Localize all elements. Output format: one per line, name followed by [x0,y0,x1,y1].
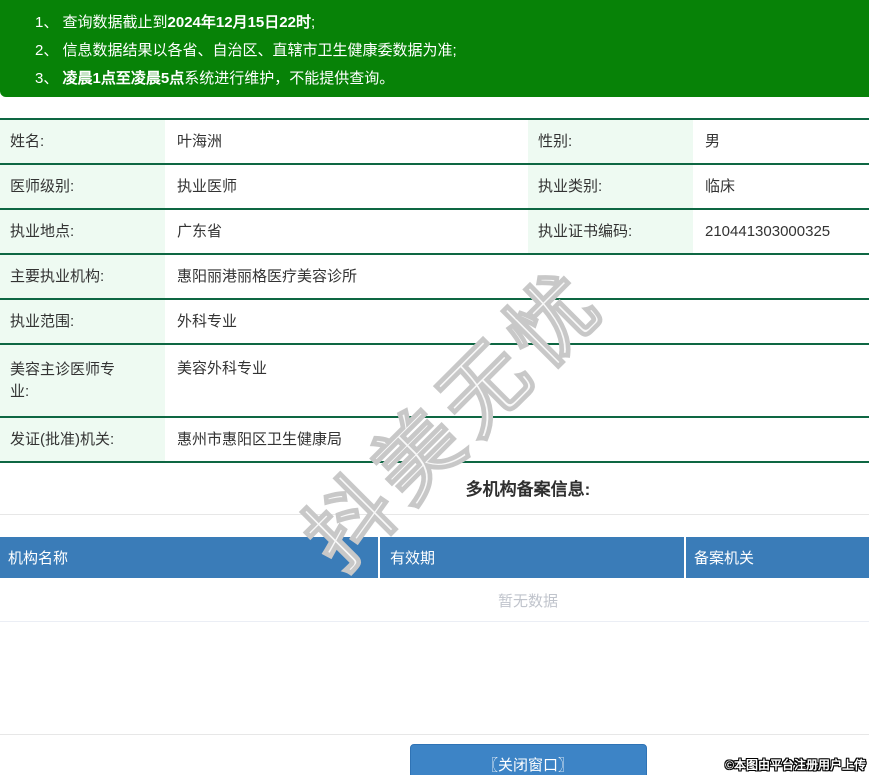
doctor-level-value: 执业医师 [177,177,238,195]
practice-category-label: 执业类别: [528,165,693,208]
notice-line-3: 3、 凌晨1点至凌晨5点系统进行维护，不能提供查询。 [35,65,869,93]
records-section-title: 多机构备案信息: [465,480,591,499]
doctor-level-label: 医师级别: [0,165,165,208]
practice-location-label: 执业地点: [0,210,165,253]
column-header-org-name: 机构名称 [8,550,69,567]
table-row-cosmetic-specialty: 美容主诊医师专业: 美容外科专业 [0,345,869,418]
main-org-label: 主要执业机构: [0,255,165,298]
certificate-number-label: 执业证书编码: [528,210,693,253]
column-header-validity: 有效期 [378,537,684,578]
practitioner-query-page: 1、 查询数据截止到2024年12月15日22时; 2、 信息数据结果以各省、自… [0,0,869,775]
gender-label: 性别: [528,120,693,163]
close-window-button[interactable]: 〖关闭窗口〗 [409,744,647,775]
notice-line-1-bold: 2024年12月15日22时 [167,14,311,31]
practice-scope-label: 执业范围: [0,300,165,343]
notice-line-1-text: 1、 查询数据截止到 [35,14,168,31]
practice-location-value: 广东省 [177,222,223,240]
table-row-name-gender: 姓名: 叶海洲 性别: 男 [0,120,869,165]
practitioner-info-table: 姓名: 叶海洲 性别: 男 医师级别: 执业医师 执业类别: 临床 执业地点: … [0,118,869,463]
issuing-authority-label: 发证(批准)机关: [0,418,165,461]
table-row-scope: 执业范围: 外科专业 [0,300,869,345]
table-row-issuer: 发证(批准)机关: 惠州市惠阳区卫生健康局 [0,418,869,463]
certificate-number-value: 210441303000325 [705,222,831,240]
records-table-header: 机构名称 有效期 备案机关 [0,537,869,578]
notice-line-2-text: 2、 信息数据结果以各省、自治区、直辖市卫生健康委数据为准; [35,42,457,59]
divider [0,514,869,515]
practice-scope-value: 外科专业 [177,312,238,330]
empty-data-text: 暂无数据 [0,578,869,622]
column-header-record-authority: 备案机关 [684,537,869,578]
cosmetic-specialty-value: 美容外科专业 [177,360,268,377]
copyright-overlay: ©本图由平台注册用户上传 [725,758,866,772]
table-row-main-org: 主要执业机构: 惠阳丽港丽格医疗美容诊所 [0,255,869,300]
notice-line-3-suffix: 系统进行维护，不能提供查询。 [184,70,395,87]
notice-line-1: 1、 查询数据截止到2024年12月15日22时; [35,9,869,37]
name-value: 叶海洲 [177,132,223,150]
practice-category-value: 临床 [705,177,736,195]
notice-banner: 1、 查询数据截止到2024年12月15日22时; 2、 信息数据结果以各省、自… [0,0,869,97]
name-label: 姓名: [0,120,165,163]
notice-line-3-bold: 凌晨1点至凌晨5点 [62,70,185,87]
notice-line-2: 2、 信息数据结果以各省、自治区、直辖市卫生健康委数据为准; [35,37,869,65]
issuing-authority-value: 惠州市惠阳区卫生健康局 [177,430,343,448]
table-row-level-category: 医师级别: 执业医师 执业类别: 临床 [0,165,869,210]
notice-line-1-suffix: ; [310,14,316,31]
table-row-location-certno: 执业地点: 广东省 执业证书编码: 210441303000325 [0,210,869,255]
cosmetic-specialty-label: 美容主诊医师专业: [0,345,165,416]
gender-value: 男 [705,132,721,150]
notice-line-3-text: 3、 [35,70,63,87]
records-table: 机构名称 有效期 备案机关 暂无数据 [0,537,869,622]
main-org-value: 惠阳丽港丽格医疗美容诊所 [177,267,358,285]
